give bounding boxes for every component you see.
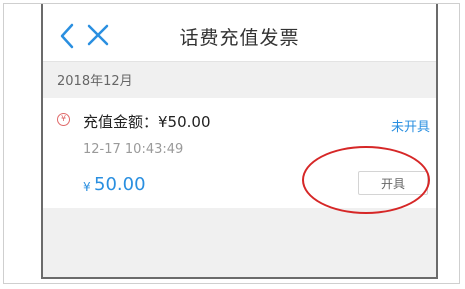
- price-value: 50.00: [94, 174, 146, 195]
- invoice-status: 未开具: [390, 120, 430, 135]
- page-title: 话费充值发票: [179, 27, 300, 49]
- currency-symbol: ¥: [83, 180, 91, 194]
- screenshot-frame: 话费充值发票 2018年12月 ¥ 充值金额：¥50.00 未开具 12-17 …: [3, 3, 460, 284]
- yuan-badge-icon: ¥: [57, 113, 70, 126]
- month-header: 2018年12月: [57, 74, 133, 89]
- transaction-time: 12-17 10:43:49: [83, 142, 184, 157]
- phone-screen: 话费充值发票 2018年12月 ¥ 充值金额：¥50.00 未开具 12-17 …: [41, 4, 438, 279]
- recharge-amount-label: 充值金额：¥50.00: [83, 113, 211, 131]
- invoice-list-item[interactable]: ¥ 充值金额：¥50.00 未开具 12-17 10:43:49 ¥ 50.00…: [43, 98, 436, 208]
- issue-invoice-button[interactable]: 开具: [358, 171, 428, 195]
- header-bar: 话费充值发票: [43, 4, 436, 62]
